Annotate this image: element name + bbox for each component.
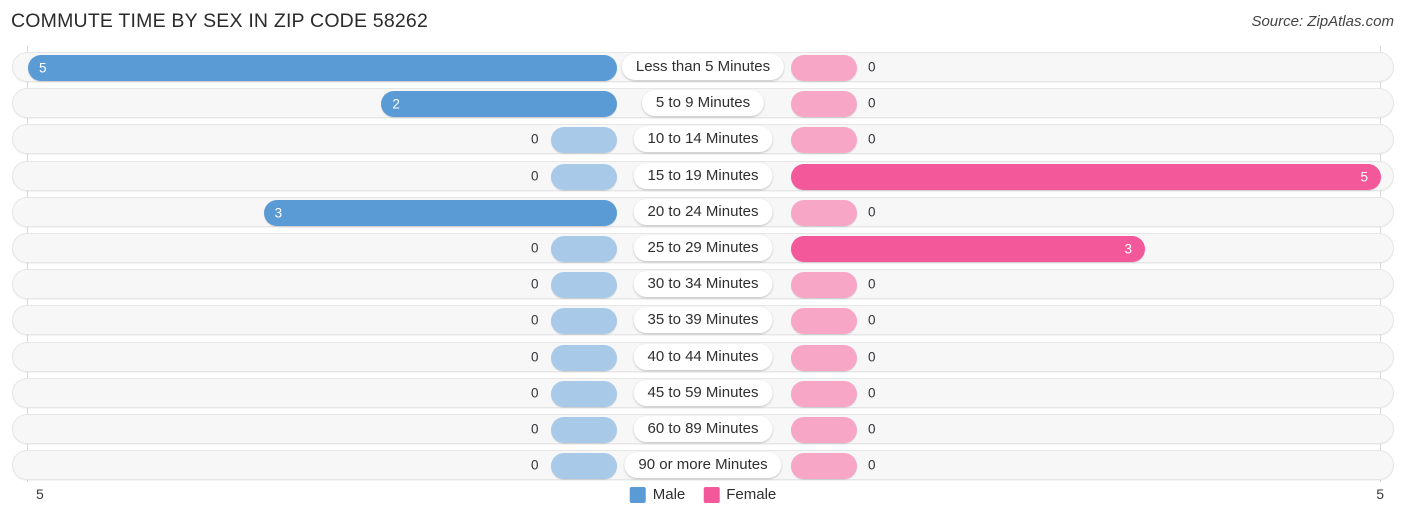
bar-female[interactable] bbox=[791, 199, 857, 226]
bar-male[interactable] bbox=[551, 163, 617, 190]
bar-female[interactable] bbox=[791, 127, 857, 154]
bar-male[interactable]: 5 bbox=[28, 55, 617, 81]
bar-male[interactable]: 2 bbox=[381, 91, 617, 118]
bar-value-male: 0 bbox=[531, 168, 539, 184]
bar-female[interactable] bbox=[791, 308, 857, 335]
chart-row: 0 0 35 to 39 Minutes bbox=[12, 305, 1394, 336]
category-label: 30 to 34 Minutes bbox=[633, 271, 773, 298]
chart-row: 0 0 60 to 89 Minutes bbox=[12, 414, 1394, 444]
chart-row: 0 0 40 to 44 Minutes bbox=[12, 341, 1394, 372]
chart-legend: Male Female bbox=[629, 486, 776, 503]
legend-label-female: Female bbox=[726, 486, 777, 503]
bar-value-female: 0 bbox=[868, 385, 876, 401]
bar-male[interactable] bbox=[551, 453, 617, 480]
chart-row: 0 3 25 to 29 Minutes bbox=[12, 233, 1394, 263]
category-label: 5 to 9 Minutes bbox=[641, 90, 765, 117]
category-label: 45 to 59 Minutes bbox=[633, 379, 773, 406]
bar-female[interactable] bbox=[791, 380, 857, 407]
bar-value-male: 0 bbox=[531, 457, 539, 473]
axis-tick-right: 5 bbox=[1376, 486, 1384, 502]
bar-male[interactable] bbox=[551, 308, 617, 335]
bar-male[interactable]: 3 bbox=[263, 199, 617, 226]
page-title: COMMUTE TIME BY SEX IN ZIP CODE 58262 bbox=[11, 10, 429, 32]
bar-male[interactable] bbox=[551, 236, 617, 262]
bar-value-female: 0 bbox=[868, 59, 876, 75]
category-label: 15 to 19 Minutes bbox=[633, 162, 773, 189]
bar-value-male: 0 bbox=[531, 421, 539, 437]
category-label: 10 to 14 Minutes bbox=[633, 126, 773, 153]
bar-value-male: 2 bbox=[392, 96, 400, 112]
chart-row: 0 0 90 or more Minutes bbox=[12, 450, 1394, 481]
bar-value-female: 0 bbox=[868, 95, 876, 111]
category-label: 25 to 29 Minutes bbox=[633, 235, 773, 261]
bar-value-female: 0 bbox=[868, 204, 876, 220]
bar-value-male: 0 bbox=[531, 131, 539, 147]
chart-page: COMMUTE TIME BY SEX IN ZIP CODE 58262 So… bbox=[0, 0, 1406, 522]
bar-value-female: 0 bbox=[868, 276, 876, 292]
category-label: 20 to 24 Minutes bbox=[633, 198, 773, 225]
bar-value-male: 3 bbox=[274, 205, 283, 221]
bar-value-male: 5 bbox=[39, 60, 47, 76]
bar-value-female: 5 bbox=[1360, 169, 1368, 185]
bar-female[interactable] bbox=[791, 344, 857, 371]
bar-female[interactable] bbox=[791, 55, 857, 81]
chart-row: 0 0 30 to 34 Minutes bbox=[12, 269, 1394, 300]
category-label: 60 to 89 Minutes bbox=[633, 416, 773, 442]
axis-tick-left: 5 bbox=[36, 486, 44, 502]
bar-value-male: 0 bbox=[531, 240, 539, 256]
legend-item-male[interactable]: Male bbox=[629, 486, 686, 503]
chart-row: 0 0 45 to 59 Minutes bbox=[12, 377, 1394, 408]
bar-male[interactable] bbox=[551, 380, 617, 407]
legend-label-male: Male bbox=[652, 486, 686, 503]
bar-value-male: 0 bbox=[531, 276, 539, 292]
bar-value-male: 0 bbox=[531, 385, 539, 401]
chart-plot-area: 5 0 Less than 5 Minutes 2 0 5 to 9 Minutes 0 0 1… bbox=[0, 46, 1406, 482]
legend-item-female[interactable]: Female bbox=[703, 486, 776, 503]
bar-male[interactable] bbox=[551, 272, 617, 299]
bar-female[interactable] bbox=[791, 417, 857, 443]
chart-row: 3 0 20 to 24 Minutes bbox=[12, 196, 1394, 227]
bar-male[interactable] bbox=[551, 417, 617, 443]
chart-row: 0 5 15 to 19 Minutes bbox=[12, 160, 1394, 191]
category-label: Less than 5 Minutes bbox=[621, 54, 785, 80]
bar-value-male: 0 bbox=[531, 312, 539, 328]
legend-swatch-female-icon bbox=[703, 486, 720, 503]
bar-female[interactable]: 3 bbox=[791, 236, 1145, 262]
bar-value-female: 0 bbox=[868, 131, 876, 147]
bar-female[interactable]: 5 bbox=[791, 163, 1381, 190]
bar-value-male: 0 bbox=[531, 349, 539, 365]
chart-row: 2 0 5 to 9 Minutes bbox=[12, 88, 1394, 119]
bar-value-female: 3 bbox=[1124, 241, 1132, 257]
category-label: 40 to 44 Minutes bbox=[633, 343, 773, 370]
source-attribution: Source: ZipAtlas.com bbox=[1251, 13, 1394, 30]
bar-male[interactable] bbox=[551, 127, 617, 154]
category-label: 90 or more Minutes bbox=[624, 452, 782, 479]
bar-value-female: 0 bbox=[868, 421, 876, 437]
legend-swatch-male-icon bbox=[629, 486, 646, 503]
bar-female[interactable] bbox=[791, 453, 857, 480]
bar-female[interactable] bbox=[791, 91, 857, 118]
chart-row: 0 0 10 to 14 Minutes bbox=[12, 124, 1394, 155]
chart-row: 5 0 Less than 5 Minutes bbox=[12, 52, 1394, 82]
bar-value-female: 0 bbox=[868, 457, 876, 473]
chart-footer: 5 5 Male Female bbox=[0, 482, 1406, 522]
bar-male[interactable] bbox=[551, 344, 617, 371]
bar-value-female: 0 bbox=[868, 312, 876, 328]
category-label: 35 to 39 Minutes bbox=[633, 307, 773, 334]
bar-female[interactable] bbox=[791, 272, 857, 299]
bar-value-female: 0 bbox=[868, 349, 876, 365]
